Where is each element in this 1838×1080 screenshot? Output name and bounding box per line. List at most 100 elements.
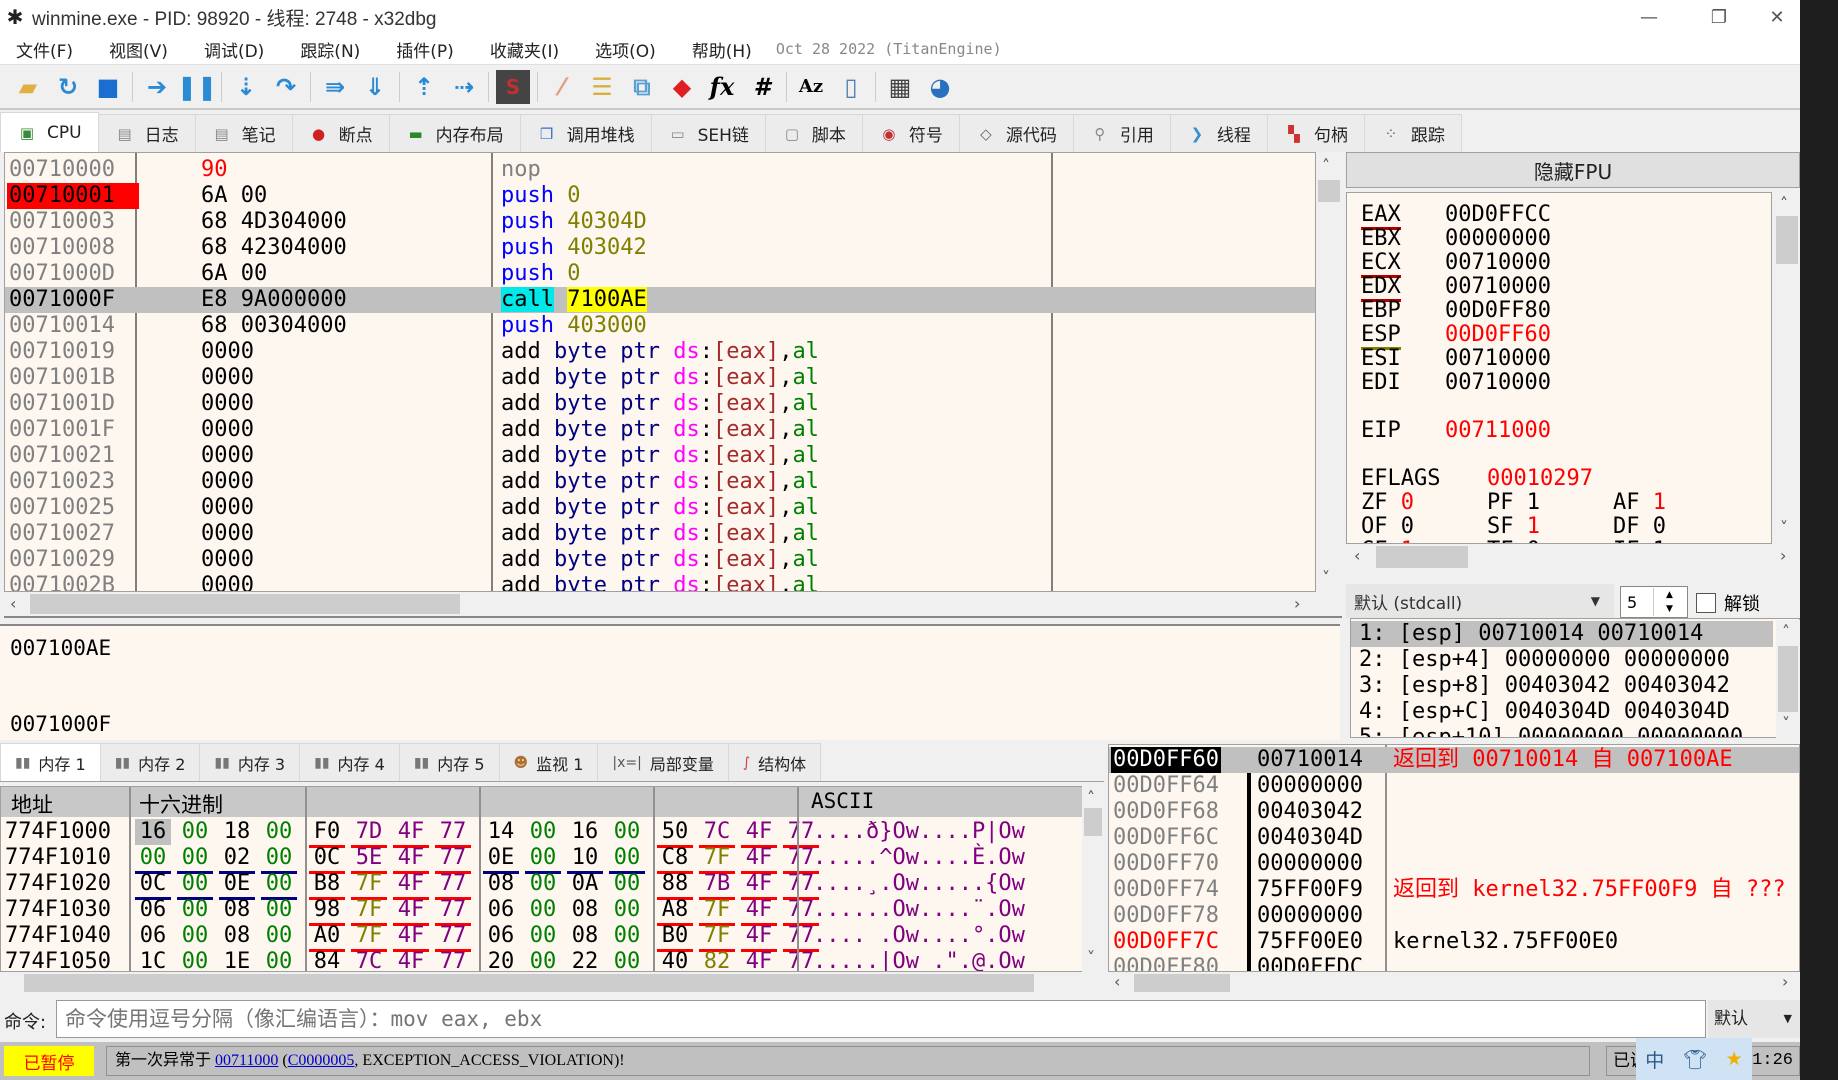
hex-byte[interactable]: 7F bbox=[699, 923, 735, 952]
stack-address[interactable]: 00D0FF6C bbox=[1113, 825, 1219, 851]
tab-watch-1[interactable]: ☻ 监视 1 bbox=[498, 743, 599, 781]
menu-options[interactable]: 选项(O) bbox=[577, 37, 674, 62]
stack-value[interactable]: 00000000 bbox=[1257, 903, 1363, 929]
hex-byte[interactable]: 20 bbox=[483, 949, 519, 971]
tab-trace[interactable]: ⁘ 跟踪 bbox=[1363, 114, 1462, 152]
open-icon[interactable]: ▰ bbox=[11, 70, 45, 104]
register-row[interactable]: EDX 00710000 bbox=[1361, 274, 1551, 302]
hex-byte[interactable]: 1E bbox=[219, 949, 255, 971]
column-header-address[interactable]: 地址 bbox=[11, 789, 53, 819]
disasm-row[interactable]: 00710025 0000 add byte ptr ds:[eax],al bbox=[5, 495, 1315, 521]
hex-byte[interactable]: 7C bbox=[351, 949, 387, 971]
close-button[interactable]: ✕ bbox=[1754, 0, 1800, 34]
register-row[interactable]: ESI 00710000 bbox=[1361, 347, 1551, 371]
disassembly-view[interactable]: 00710000 90 nop 00710001 6A 00 push 0 00710003… bbox=[4, 152, 1316, 592]
hex-address[interactable]: 774F1020 bbox=[5, 871, 111, 897]
stack-address[interactable]: 00D0FF78 bbox=[1113, 903, 1219, 929]
star-icon[interactable]: ★ bbox=[1726, 1048, 1743, 1070]
scroll-thumb[interactable] bbox=[1778, 646, 1798, 712]
hex-byte[interactable]: B0 bbox=[657, 923, 693, 952]
argument-row[interactable]: 5: [esp+10] 00000000 00000000 bbox=[1351, 725, 1773, 737]
flag-value[interactable]: 1 bbox=[1527, 514, 1540, 539]
hex-byte[interactable]: 00 bbox=[609, 845, 645, 874]
hex-byte[interactable]: 7F bbox=[699, 897, 735, 926]
disasm-address[interactable]: 0071001B bbox=[9, 365, 115, 391]
hex-byte[interactable]: 16 bbox=[567, 819, 603, 845]
flag-value[interactable]: 0 bbox=[1401, 514, 1414, 539]
hex-byte[interactable]: 77 bbox=[435, 845, 471, 874]
hex-byte[interactable]: 14 bbox=[483, 819, 519, 845]
hex-byte[interactable]: 4F bbox=[741, 949, 777, 971]
unlock-checkbox[interactable]: 解锁 bbox=[1696, 590, 1760, 616]
hex-byte[interactable]: 4F bbox=[741, 871, 777, 900]
hex-dump-vertical-scrollbar[interactable]: ˄ ˅ bbox=[1082, 786, 1104, 972]
register-value[interactable]: 00010297 bbox=[1487, 466, 1593, 491]
scroll-thumb[interactable] bbox=[1376, 546, 1468, 568]
scroll-thumb[interactable] bbox=[1134, 974, 1230, 992]
scroll-left-icon[interactable]: ‹ bbox=[10, 594, 16, 613]
registers-horizontal-scrollbar[interactable]: ‹ › bbox=[1346, 544, 1800, 570]
register-value[interactable]: 00711000 bbox=[1445, 418, 1551, 443]
registers-view[interactable]: EAX 00D0FFCC EBX 00000000 ECX 00710000 EDX 0071… bbox=[1346, 192, 1772, 544]
flag-value[interactable]: 0 bbox=[1401, 490, 1414, 515]
hex-byte[interactable]: 88 bbox=[657, 871, 693, 900]
stack-address[interactable]: 00D0FF74 bbox=[1113, 877, 1219, 903]
scroll-thumb[interactable] bbox=[24, 974, 1034, 992]
stack-address[interactable]: 00D0FF80 bbox=[1113, 955, 1219, 971]
hex-byte[interactable]: 02 bbox=[219, 845, 255, 874]
hex-byte[interactable]: 4F bbox=[393, 871, 429, 900]
tab-symbols[interactable]: ◉ 符号 bbox=[861, 114, 960, 152]
tab-memory-map[interactable]: ▬ 内存布局 bbox=[388, 114, 521, 152]
hex-dump-horizontal-scrollbar[interactable] bbox=[0, 972, 1076, 994]
tab-threads[interactable]: ❯ 线程 bbox=[1169, 114, 1268, 152]
flag-value[interactable]: 1 bbox=[1527, 490, 1540, 515]
stack-row[interactable]: 00D0FF6C 0040304D bbox=[1109, 825, 1799, 851]
tab-cpu[interactable]: ▣ CPU bbox=[0, 112, 99, 152]
disasm-address[interactable]: 00710027 bbox=[9, 521, 115, 547]
disasm-row[interactable]: 00710021 0000 add byte ptr ds:[eax],al bbox=[5, 443, 1315, 469]
register-row[interactable]: EAX 00D0FFCC bbox=[1361, 202, 1551, 230]
flag[interactable]: SF 1 bbox=[1487, 515, 1613, 539]
hex-byte[interactable]: 0C bbox=[309, 845, 345, 874]
hex-byte[interactable]: 0A bbox=[567, 871, 603, 897]
tab-struct[interactable]: ∫ 结构体 bbox=[727, 743, 822, 781]
function-icon[interactable]: fx bbox=[705, 70, 739, 104]
stack-address[interactable]: 00D0FF60 bbox=[1111, 747, 1221, 773]
argument-row[interactable]: 4: [esp+C] 0040304D 0040304D bbox=[1351, 699, 1773, 725]
trace-into-icon[interactable]: ⇛ bbox=[318, 70, 352, 104]
hex-address[interactable]: 774F1000 bbox=[5, 819, 111, 845]
hex-address[interactable]: 774F1050 bbox=[5, 949, 111, 971]
disasm-address[interactable]: 00710014 bbox=[9, 313, 115, 339]
hex-byte[interactable]: 40 bbox=[657, 949, 693, 971]
disasm-address[interactable]: 00710023 bbox=[9, 469, 115, 495]
hex-byte[interactable]: 00 bbox=[261, 923, 297, 949]
flag[interactable]: DF 0 bbox=[1613, 515, 1739, 539]
hex-byte[interactable]: 00 bbox=[609, 871, 645, 897]
command-input[interactable] bbox=[56, 1000, 1706, 1038]
ime-chinese-mode[interactable]: 中 bbox=[1645, 1046, 1664, 1073]
hex-byte[interactable]: 4F bbox=[741, 923, 777, 952]
hex-byte[interactable]: 4F bbox=[741, 897, 777, 926]
hex-byte[interactable]: 00 bbox=[609, 949, 645, 971]
hex-byte[interactable]: 00 bbox=[525, 871, 561, 897]
scylla-icon[interactable]: S bbox=[496, 69, 530, 104]
disasm-row[interactable]: 00710023 0000 add byte ptr ds:[eax],al bbox=[5, 469, 1315, 495]
tab-handles[interactable]: ▚ 句柄 bbox=[1266, 114, 1365, 152]
tab-notes[interactable]: ▤ 笔记 bbox=[194, 114, 293, 152]
scroll-down-icon[interactable]: ˅ bbox=[1780, 518, 1788, 537]
disasm-address[interactable]: 00710025 bbox=[9, 495, 115, 521]
scroll-left-icon[interactable]: ‹ bbox=[1114, 972, 1120, 991]
disasm-address[interactable]: 0071001D bbox=[9, 391, 115, 417]
arguments-vertical-scrollbar[interactable]: ˄ ˅ bbox=[1776, 620, 1800, 738]
register-row[interactable]: EBP 00D0FF80 bbox=[1361, 299, 1551, 323]
stack-value[interactable]: 75FF00E0 bbox=[1257, 929, 1363, 955]
tab-references[interactable]: ⚲ 引用 bbox=[1072, 114, 1171, 152]
hex-byte[interactable]: 08 bbox=[567, 923, 603, 949]
disasm-row[interactable]: 0071001F 0000 add byte ptr ds:[eax],al bbox=[5, 417, 1315, 443]
hex-byte[interactable]: 7F bbox=[351, 871, 387, 900]
scroll-thumb[interactable] bbox=[30, 594, 460, 614]
stack-value[interactable]: 00D0FFDC bbox=[1257, 955, 1363, 971]
hex-byte[interactable]: 22 bbox=[567, 949, 603, 971]
stack-value[interactable]: 0040304D bbox=[1257, 825, 1363, 851]
scroll-down-icon[interactable]: ˅ bbox=[1087, 948, 1095, 967]
